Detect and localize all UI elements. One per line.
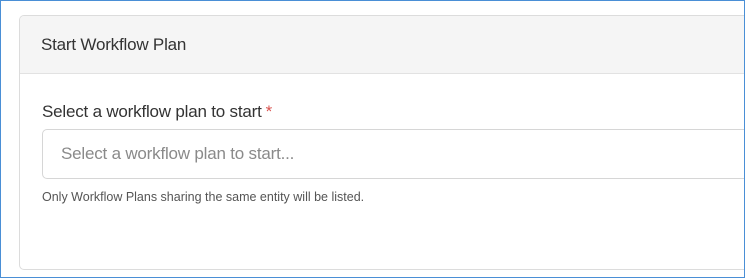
workflow-plan-label: Select a workflow plan to start * — [42, 102, 744, 122]
workflow-plan-label-text: Select a workflow plan to start — [42, 102, 262, 121]
panel-title: Start Workflow Plan — [41, 35, 187, 54]
workflow-plan-select-placeholder: Select a workflow plan to start... — [61, 144, 295, 163]
screenshot-frame: Start Workflow Plan Select a workflow pl… — [0, 0, 745, 278]
panel-body: Select a workflow plan to start * Select … — [20, 74, 744, 204]
required-asterisk: * — [265, 102, 273, 121]
start-workflow-panel: Start Workflow Plan Select a workflow pl… — [19, 15, 744, 270]
panel-header: Start Workflow Plan — [20, 16, 744, 74]
workflow-plan-help-text: Only Workflow Plans sharing the same ent… — [42, 190, 365, 204]
workflow-plan-select[interactable]: Select a workflow plan to start... — [42, 129, 744, 179]
